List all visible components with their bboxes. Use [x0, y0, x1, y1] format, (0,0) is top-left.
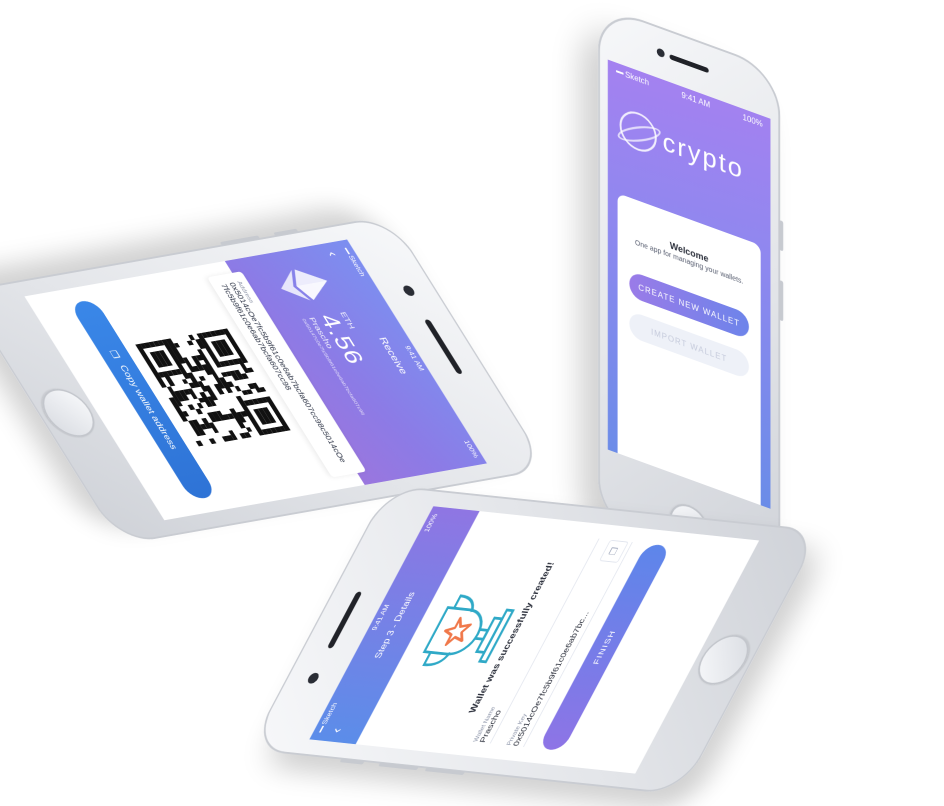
speaker-grille: [326, 591, 363, 649]
front-camera: [656, 47, 665, 59]
volume-up-button: [219, 235, 261, 246]
chevron-left-icon[interactable]: ‹: [329, 727, 345, 733]
speaker-grille: [423, 319, 464, 375]
details-screen: ▪▪▪▪ Sketch 9:41 AM 100% ‹ Step 3 - Deta…: [309, 506, 760, 774]
speaker-grille: [669, 54, 709, 74]
chevron-left-icon[interactable]: ‹: [323, 251, 340, 258]
power-button: [779, 219, 784, 252]
volume-up-button: [378, 762, 419, 771]
phone-welcome: ▪▪▪▪ Sketch 9:41 AM 100% crypto Welcome …: [598, 4, 784, 591]
receive-screen: ▪▪▪▪ Sketch 9:41 AM 100% ‹ Receive ETH 4…: [24, 239, 488, 521]
volume-down-button: [424, 767, 466, 776]
logo-text: crypto: [662, 125, 744, 185]
mute-switch: [339, 758, 365, 765]
front-camera: [401, 284, 417, 297]
side-button: [779, 279, 784, 322]
welcome-title: Welcome: [669, 240, 709, 265]
copy-icon: ❐: [107, 349, 122, 360]
status-bar: ▪▪▪▪ Sketch 9:41 AM 100%: [309, 506, 445, 740]
welcome-card: Welcome One app for managing your wallet…: [617, 193, 761, 506]
copy-icon[interactable]: ❐: [599, 539, 629, 563]
front-camera: [305, 672, 321, 685]
planet-icon: [619, 105, 657, 158]
mute-switch: [273, 228, 299, 237]
welcome-screen: ▪▪▪▪ Sketch 9:41 AM 100% crypto Welcome …: [607, 59, 771, 509]
phone-details: ▪▪▪▪ Sketch 9:41 AM 100% ‹ Step 3 - Deta…: [248, 484, 822, 796]
